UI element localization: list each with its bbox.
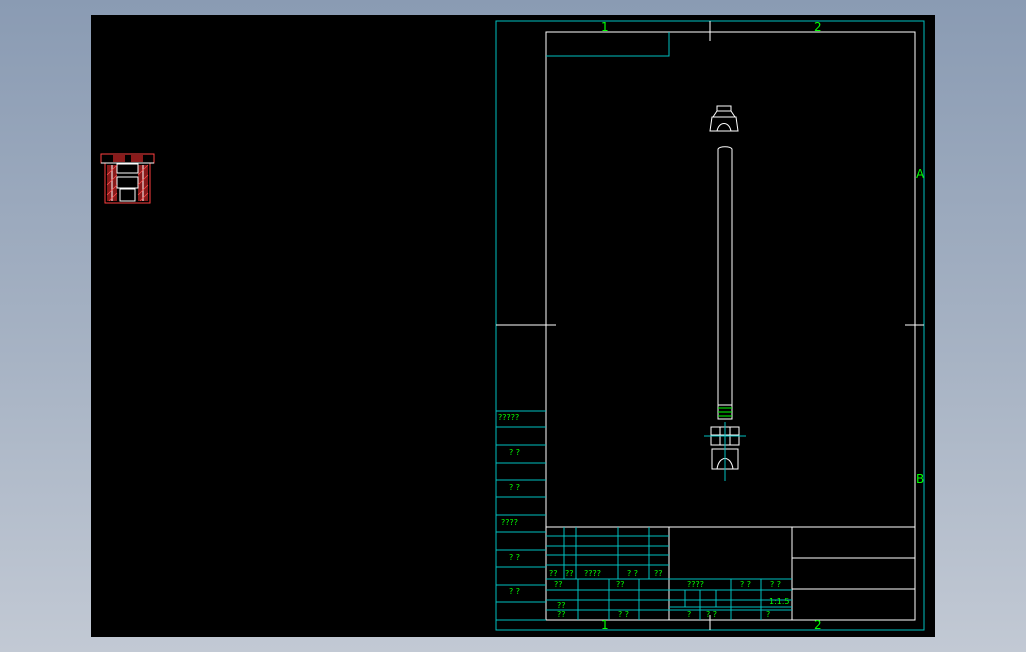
side-table <box>496 410 546 621</box>
side-table-r1: ????? <box>498 413 520 422</box>
zone-col-1-bottom: 1 <box>601 618 609 632</box>
tb-h5: ?? <box>654 569 663 578</box>
cad-viewport[interactable]: 1 2 1 2 A B ????? ? ? ? ? ???? ? ? ? ? ?… <box>91 15 935 637</box>
code-box <box>546 32 670 57</box>
tb-c1: ? ? <box>618 610 630 619</box>
rod-shaft <box>717 146 733 420</box>
tb-b1: ?? <box>557 601 566 610</box>
sheet-outer-border <box>495 20 925 631</box>
tb-a5: ? ? <box>770 580 782 589</box>
tb-a2: ?? <box>616 580 625 589</box>
zone-row-b: B <box>916 472 925 486</box>
side-table-r5: ? ? <box>509 553 521 562</box>
tb-a3: ???? <box>687 580 704 589</box>
zone-col-2-bottom: 2 <box>814 618 822 632</box>
tb-scale: 1:1.5 <box>769 597 790 606</box>
side-table-r6: ? ? <box>509 587 521 596</box>
side-table-r4: ???? <box>501 518 518 527</box>
tb-h3: ???? <box>584 569 601 578</box>
tb-c4: ? <box>766 610 771 619</box>
tb-h1: ?? <box>549 569 558 578</box>
sheet-inner-border <box>545 31 916 621</box>
zone-row-a: A <box>916 167 925 181</box>
tb-b2: ?? <box>557 610 566 619</box>
tb-c2: ? <box>687 610 692 619</box>
rod-assembly[interactable] <box>704 105 746 481</box>
tb-a4: ? ? <box>740 580 752 589</box>
top-cap <box>709 105 739 132</box>
tb-a1: ?? <box>554 580 563 589</box>
zone-col-1-top: 1 <box>601 20 609 34</box>
rod-threads <box>718 407 732 417</box>
tb-h2: ?? <box>565 569 574 578</box>
side-table-r3: ? ? <box>509 483 521 492</box>
drawing-canvas <box>100 20 925 631</box>
drawing-sheet <box>495 20 925 631</box>
tb-h4: ? ? <box>627 569 639 578</box>
side-table-r2: ? ? <box>509 448 521 457</box>
joint-centerlines <box>704 422 746 481</box>
tb-c3: ? ? <box>706 610 718 619</box>
section-view-part[interactable] <box>100 153 155 204</box>
zone-col-2-top: 2 <box>814 20 822 34</box>
